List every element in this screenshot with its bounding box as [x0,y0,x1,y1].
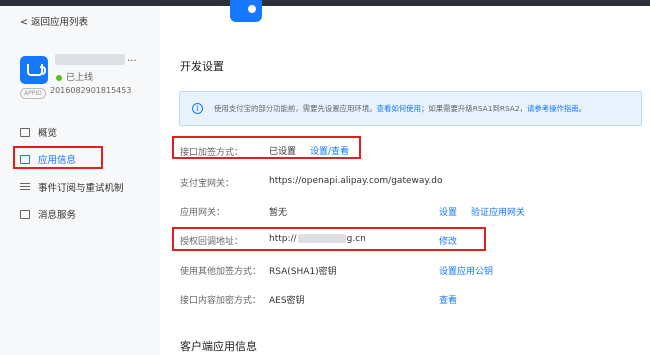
client-info-title: 客户端应用信息 [180,340,257,353]
back-label: 返回应用列表 [31,17,89,28]
appid-badge: APPID [20,88,46,99]
operation-guide-link[interactable]: 请参考操作指南。 [527,104,586,113]
app-name-redacted [55,54,125,65]
info-icon: i [192,103,203,114]
app-gateway-label: 应用网关： [180,208,226,218]
overview-icon [20,127,30,137]
how-to-use-link[interactable]: 查看如何使用 [377,104,421,113]
info-notice: i 使用支付宝的部分功能前，需要先设置应用环境。查看如何使用；如果需要升级RSA… [179,91,642,126]
app-header-logo [230,0,262,22]
appid-value: 2016082901815453 [50,86,132,95]
verify-gateway-link[interactable]: 验证应用网关 [471,205,525,218]
dev-settings-title: 开发设置 [180,60,224,73]
set-public-key-link[interactable]: 设置应用公钥 [439,264,493,277]
back-to-app-list-link[interactable]: < 返回应用列表 [20,14,88,28]
status-label: 已上线 [66,73,94,83]
list-icon [20,182,30,192]
app-gateway-value: 暂无 [269,208,288,218]
sidebar-item-message-service[interactable]: 消息服务 [20,207,76,221]
other-sign-value: RSA(SHA1)密钥 [269,267,337,277]
message-icon [20,209,30,219]
alipay-gateway-value: https://openapi.alipay.com/gateway.do [269,176,443,186]
highlight-box-app-info [13,146,103,169]
app-name-ellipsis: ... [127,53,137,64]
app-logo [20,56,48,84]
chevron-left-icon: < [20,17,28,28]
highlight-box-auth-callback [172,227,486,251]
alipay-gateway-label: 支付宝网关： [180,179,235,189]
sidebar-item-event-subscription[interactable]: 事件订阅与重试机制 [20,180,124,194]
set-gateway-link[interactable]: 设置 [439,205,457,218]
view-encryption-link[interactable]: 查看 [439,293,457,306]
sidebar-item-overview[interactable]: 概览 [20,125,57,139]
content-encryption-value: AES密钥 [269,296,305,306]
content-encryption-label: 接口内容加密方式： [180,296,262,306]
other-sign-label: 使用其他加签方式： [180,267,262,277]
highlight-box-sign-method [172,136,361,159]
status-dot [56,75,62,81]
